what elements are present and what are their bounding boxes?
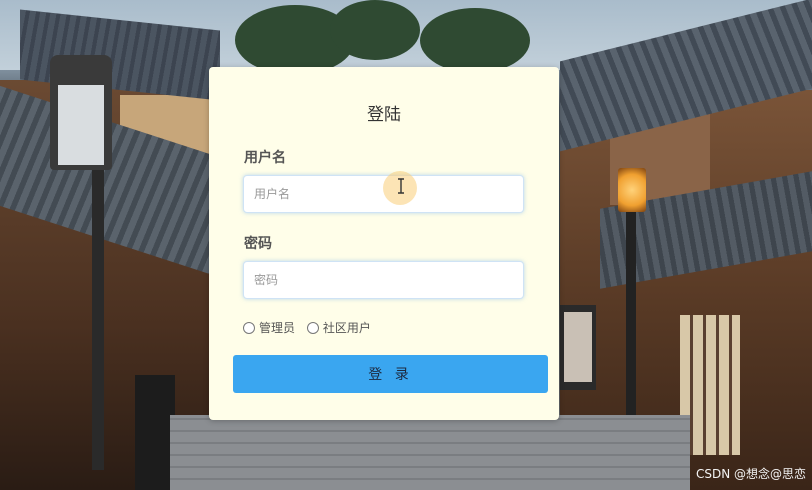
radio-circle-icon[interactable] bbox=[306, 321, 319, 334]
login-card: 登陆 用户名 密码 管理员 社区用户 登 录 bbox=[209, 67, 559, 420]
role-radio-admin[interactable]: 管理员 bbox=[243, 319, 295, 336]
watermark: CSDN @想念@思恋 bbox=[695, 467, 806, 481]
role-label-community-user: 社区用户 bbox=[322, 321, 371, 335]
login-button[interactable]: 登 录 bbox=[233, 355, 548, 393]
password-input[interactable] bbox=[243, 261, 524, 299]
lantern-icon bbox=[618, 168, 646, 212]
login-page: 登陆 用户名 密码 管理员 社区用户 登 录 CSDN @想念@思恋 bbox=[0, 0, 812, 490]
background-sign bbox=[135, 375, 175, 490]
radio-circle-icon[interactable] bbox=[243, 321, 255, 334]
text-cursor-icon bbox=[398, 178, 404, 194]
background-poster-image bbox=[564, 312, 592, 382]
role-radio-community-user[interactable]: 社区用户 bbox=[306, 319, 371, 336]
background-tree bbox=[420, 8, 530, 73]
background-tree bbox=[330, 0, 420, 60]
username-label: 用户名 bbox=[244, 150, 286, 166]
lamp-glass bbox=[58, 85, 104, 165]
role-radio-group: 管理员 社区用户 bbox=[243, 319, 379, 335]
login-title: 登陆 bbox=[367, 105, 401, 125]
password-label: 密码 bbox=[244, 236, 272, 252]
background-street bbox=[170, 415, 690, 490]
lamp-pole bbox=[92, 170, 104, 470]
role-label-admin: 管理员 bbox=[259, 321, 296, 335]
